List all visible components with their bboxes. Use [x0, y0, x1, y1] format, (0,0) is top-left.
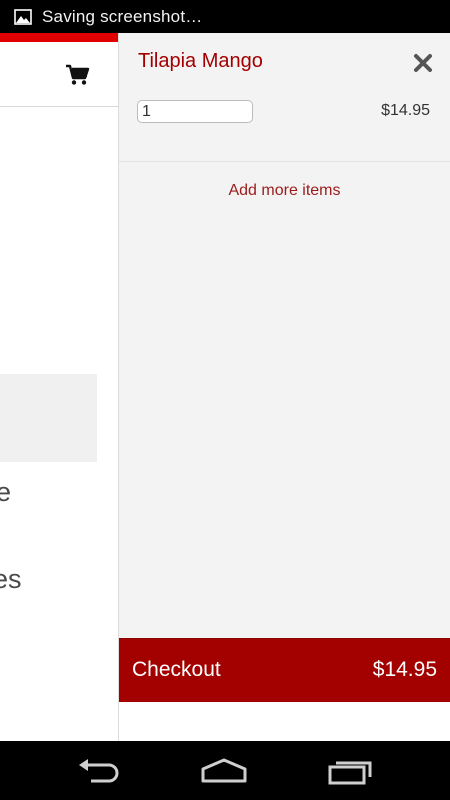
divider	[119, 161, 450, 162]
screen: Saving screenshot… e nes Tilapia Mango	[0, 0, 450, 800]
checkout-label: Checkout	[132, 658, 221, 681]
close-icon[interactable]	[412, 52, 434, 74]
background-app: e nes	[0, 33, 118, 741]
panel-bottom-area	[119, 702, 450, 741]
checkout-total: $14.95	[372, 658, 437, 681]
cart-item-price: $14.95	[381, 102, 430, 119]
home-icon[interactable]	[199, 755, 249, 787]
quantity-input[interactable]	[137, 100, 253, 123]
background-text-fragment: nes	[0, 564, 22, 594]
navigation-bar	[0, 741, 450, 800]
cart-item-name: Tilapia Mango	[138, 50, 263, 72]
status-bar: Saving screenshot…	[0, 0, 450, 33]
checkout-button[interactable]: Checkout $14.95	[119, 638, 450, 702]
add-more-items-link[interactable]: Add more items	[119, 182, 450, 200]
recents-icon[interactable]	[326, 755, 376, 787]
status-notification-text: Saving screenshot…	[42, 6, 203, 26]
background-header	[0, 42, 118, 107]
cart-panel: Tilapia Mango $14.95 Add more items Chec…	[118, 33, 450, 741]
background-content-block	[0, 374, 97, 462]
background-text-fragment: e	[0, 477, 12, 507]
image-icon	[14, 8, 32, 25]
background-accent-bar	[0, 33, 118, 42]
shopping-cart-icon[interactable]	[64, 64, 90, 86]
back-icon[interactable]	[75, 755, 125, 787]
